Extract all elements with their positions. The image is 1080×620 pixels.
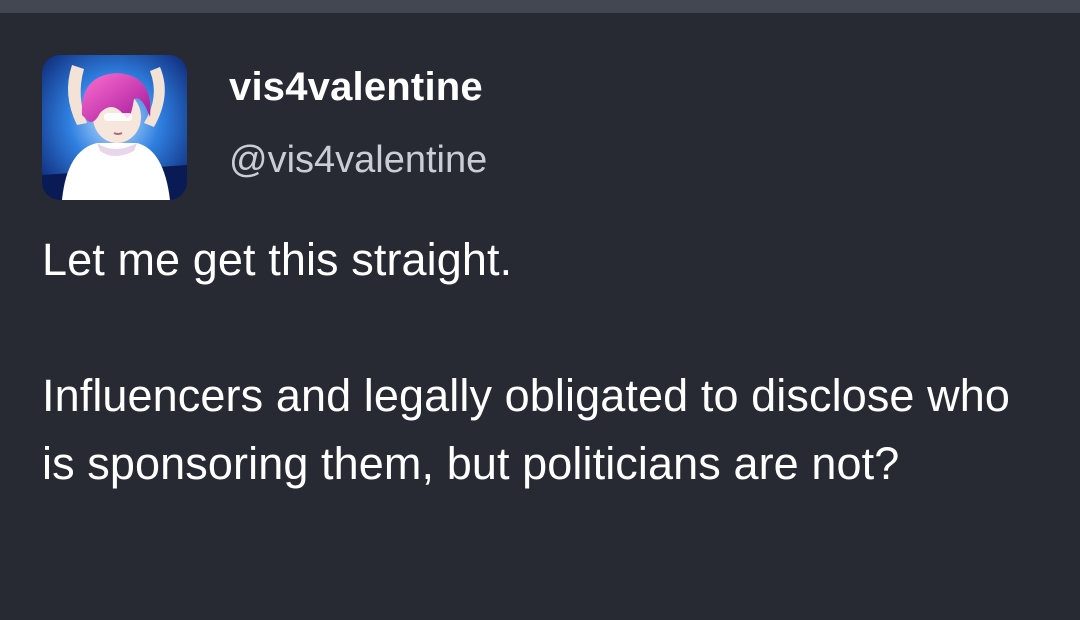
tweet-card[interactable]: vis4valentine @vis4valentine Let me get …: [42, 55, 1042, 498]
avatar[interactable]: [42, 55, 187, 200]
top-bar: [0, 0, 1080, 13]
user-handle[interactable]: @vis4valentine: [229, 137, 487, 183]
tweet-paragraph-2: Influencers and legally obligated to dis…: [42, 370, 1011, 489]
author-names: vis4valentine @vis4valentine: [229, 55, 487, 183]
tweet-paragraph-1: Let me get this straight.: [42, 234, 513, 285]
screen: vis4valentine @vis4valentine Let me get …: [0, 0, 1080, 620]
display-name[interactable]: vis4valentine: [229, 63, 487, 111]
tweet-header: vis4valentine @vis4valentine: [42, 55, 1042, 200]
anime-avatar-icon: [42, 55, 187, 200]
tweet-text: Let me get this straight. Influencers an…: [42, 226, 1042, 498]
